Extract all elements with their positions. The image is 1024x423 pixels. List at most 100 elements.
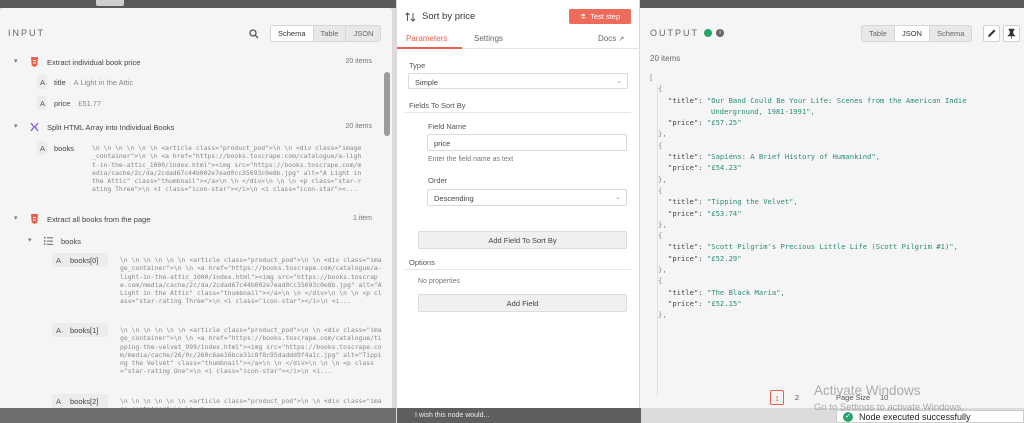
- json-key: "price":: [668, 208, 703, 218]
- node-title: Extract individual book price: [47, 57, 141, 67]
- test-step-button[interactable]: ⚗ Test step: [569, 9, 631, 24]
- order-select-value: Descending: [434, 194, 474, 203]
- json-key: "title":: [668, 287, 703, 297]
- top-tab: [96, 0, 124, 6]
- tree-node-extract-all[interactable]: ▾ Extract all books from the page: [14, 214, 150, 224]
- field-name-input[interactable]: price: [427, 134, 627, 151]
- modal-title: Sort by price: [422, 11, 476, 22]
- tab-settings[interactable]: Settings: [474, 34, 503, 43]
- order-select[interactable]: Descending ⌄: [427, 189, 627, 206]
- node-count: 20 items: [345, 58, 372, 65]
- json-records: {"title": "Our Band Could Be Your Life: …: [649, 83, 1009, 320]
- test-step-label: Test step: [590, 12, 621, 21]
- json-key: "price":: [668, 253, 703, 263]
- json-object-open: {: [658, 231, 663, 241]
- field-name-hint: Enter the field name as text: [428, 156, 514, 163]
- chevron-down-icon[interactable]: ▾: [14, 58, 22, 66]
- input-tab-table[interactable]: Table: [312, 26, 346, 41]
- pencil-icon: [988, 29, 996, 37]
- success-toast[interactable]: ✓ Node executed successfully: [836, 410, 1024, 423]
- json-key: "title":: [668, 197, 703, 207]
- edit-output-button[interactable]: [983, 25, 1000, 42]
- field-price: A price £51.77: [40, 99, 101, 108]
- output-tab-schema[interactable]: Schema: [928, 26, 972, 41]
- chevron-down-icon[interactable]: ▾: [28, 237, 36, 245]
- field-value: £51.77: [78, 99, 102, 108]
- tree-node-extract-price[interactable]: ▾ Extract individual book price: [14, 57, 140, 67]
- output-view-tabs: Table JSON Schema: [861, 25, 973, 42]
- search-icon[interactable]: [249, 29, 259, 39]
- field-books-0: A books[0] \n \n \n \n \n \n <article cl…: [56, 256, 386, 322]
- split-node-icon: [30, 122, 39, 132]
- page-2-button[interactable]: 2: [790, 390, 804, 405]
- tab-parameters[interactable]: Parameters: [406, 34, 447, 43]
- json-object-close: },: [658, 219, 667, 229]
- chevron-down-icon: ⌄: [616, 78, 622, 85]
- docs-label: Docs: [598, 34, 617, 43]
- input-tab-json[interactable]: JSON: [345, 26, 380, 41]
- json-object-close: },: [658, 310, 667, 320]
- json-price-line: "price": "£52.29": [649, 253, 1009, 264]
- tree-node-split-html[interactable]: ▾ Split HTML Array into Individual Books: [14, 122, 174, 132]
- field-name: books[2]: [70, 397, 99, 406]
- array-books[interactable]: ▾ books: [28, 236, 81, 246]
- json-title-value: "Our Band Could Be Your Life: Scenes fro…: [706, 95, 967, 105]
- input-view-tabs: Schema Table JSON: [270, 25, 382, 42]
- field-books-2: A books[2] \n \n \n \n \n \n <article cl…: [56, 397, 386, 408]
- add-option-field-button[interactable]: Add Field: [418, 294, 627, 312]
- json-object-close: },: [658, 174, 667, 184]
- json-key: "price":: [668, 163, 703, 173]
- info-icon[interactable]: i: [716, 29, 724, 37]
- json-price-value: "£52.15": [706, 298, 742, 308]
- chevron-down-icon[interactable]: ▾: [14, 215, 22, 223]
- feedback-bar[interactable]: I wish this node would...: [397, 408, 641, 423]
- json-title-value: "Sapiens: A Brief History of Humankind",: [706, 152, 881, 162]
- field-name: books[1]: [70, 326, 99, 335]
- pin-icon: [1007, 28, 1016, 39]
- field-value: A Light in the Attic: [73, 78, 134, 87]
- toast-message: Node executed successfully: [859, 411, 971, 422]
- input-tab-schema[interactable]: Schema: [271, 26, 313, 41]
- json-price-value: "£57.25": [706, 118, 742, 128]
- field-name: books: [54, 144, 75, 153]
- json-title-line: "title": "Scott Pilgrim's Precious Littl…: [649, 241, 1009, 252]
- flask-icon: ⚗: [579, 13, 587, 21]
- field-value: \n \n \n \n \n \n <article class="produc…: [120, 256, 382, 306]
- json-title-line: "title": "Our Band Could Be Your Life: S…: [649, 95, 1009, 106]
- json-object-close: },: [658, 129, 667, 139]
- order-label: Order: [428, 176, 448, 185]
- field-value: \n \n \n \n \n \n <article class="produc…: [120, 397, 382, 408]
- input-heading: INPUT: [8, 28, 45, 38]
- html-node-icon: [31, 214, 38, 224]
- json-object-close: },: [658, 265, 667, 275]
- watermark-title: Activate Windows: [814, 383, 921, 398]
- string-type-icon: A: [56, 326, 62, 335]
- json-title-value: "Tipping the Velvet",: [706, 197, 798, 207]
- active-tab-indicator: [397, 47, 462, 49]
- json-title-value-cont: Underground, 1981-1991",: [711, 106, 815, 116]
- chevron-down-icon[interactable]: ▾: [14, 123, 22, 131]
- check-circle-icon: [704, 29, 712, 37]
- add-sort-field-button[interactable]: Add Field To Sort By: [418, 231, 627, 249]
- field-title: A title A Light in the Attic: [40, 78, 133, 87]
- page-1-button[interactable]: 1: [770, 390, 784, 405]
- type-select[interactable]: Simple ⌄: [408, 73, 628, 89]
- json-key: "price":: [668, 118, 703, 128]
- options-label: Options: [409, 258, 435, 267]
- pin-output-button[interactable]: [1003, 25, 1020, 42]
- json-object-open: {: [658, 140, 663, 150]
- json-object-open: {: [658, 84, 663, 94]
- output-tab-json[interactable]: JSON: [893, 26, 929, 41]
- tab-docs[interactable]: Docs ↗: [598, 34, 624, 43]
- field-books: A books \n \n \n \n \n \n <article class…: [40, 144, 380, 202]
- divider: [405, 112, 631, 113]
- field-name: price: [54, 99, 71, 108]
- modal-header: Sort by price: [405, 11, 475, 22]
- json-key: "title":: [668, 242, 703, 252]
- array-name: books: [61, 236, 82, 246]
- output-tab-table[interactable]: Table: [862, 26, 894, 41]
- input-scrollbar[interactable]: [384, 72, 390, 136]
- string-type-icon: A: [40, 144, 46, 153]
- node-title: Split HTML Array into Individual Books: [47, 122, 175, 132]
- json-title-value: "The Black Maria",: [706, 287, 785, 297]
